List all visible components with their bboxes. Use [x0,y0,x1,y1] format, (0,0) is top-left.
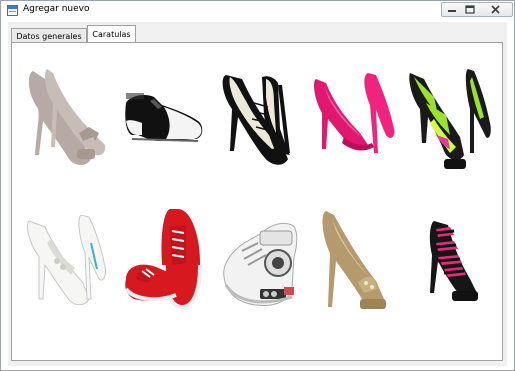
maximize-button[interactable] [461,2,480,17]
cover-cream-laceup-heel[interactable] [216,63,302,185]
black-pink-strappy-heel-image [429,221,478,301]
close-icon [491,5,500,14]
cover-white-lace-peeptoe[interactable] [23,203,109,325]
black-white-oxford-shoe-image [125,93,203,142]
cream-black-laceup-heel-image [222,75,290,165]
minimize-icon [448,10,456,12]
white-lace-peeptoe-heel-image [26,214,106,306]
cover-hot-pink-stiletto[interactable] [310,63,396,185]
cover-red-canvas-sneakers[interactable] [120,203,206,325]
cover-black-white-oxford[interactable] [120,63,206,185]
tab-datos-generales[interactable]: Datos generales [11,28,87,43]
neon-print-platform-heel-image [409,69,491,169]
form-client-area: Datos generales Caratulas [8,22,507,366]
minimize-button[interactable] [441,2,463,17]
caratulas-panel [11,42,503,361]
window-title: Agregar nuevo [23,4,90,14]
gold-platform-heel-image [322,211,386,309]
tab-caratulas[interactable]: Caratulas [87,25,136,43]
cover-neon-print-platform[interactable] [406,63,492,185]
cover-white-boombox-sneaker[interactable] [216,203,302,325]
cover-gold-platform-heel[interactable] [310,203,396,325]
cover-black-pink-strappy[interactable] [406,203,492,325]
cover-nude-bow-platform-pump[interactable] [23,63,109,185]
agregar-nuevo-window: Agregar nuevo Datos generales Caratulas [0,0,515,371]
white-boombox-sneaker-image [223,222,298,306]
title-bar[interactable]: Agregar nuevo [1,1,514,21]
red-canvas-sneakers-image [124,209,202,310]
hot-pink-stiletto-pump-image [314,73,395,153]
maximize-icon [465,5,475,14]
close-button[interactable] [479,2,513,17]
app-form-icon [7,5,18,16]
nude-bow-platform-pump-image [28,69,106,165]
